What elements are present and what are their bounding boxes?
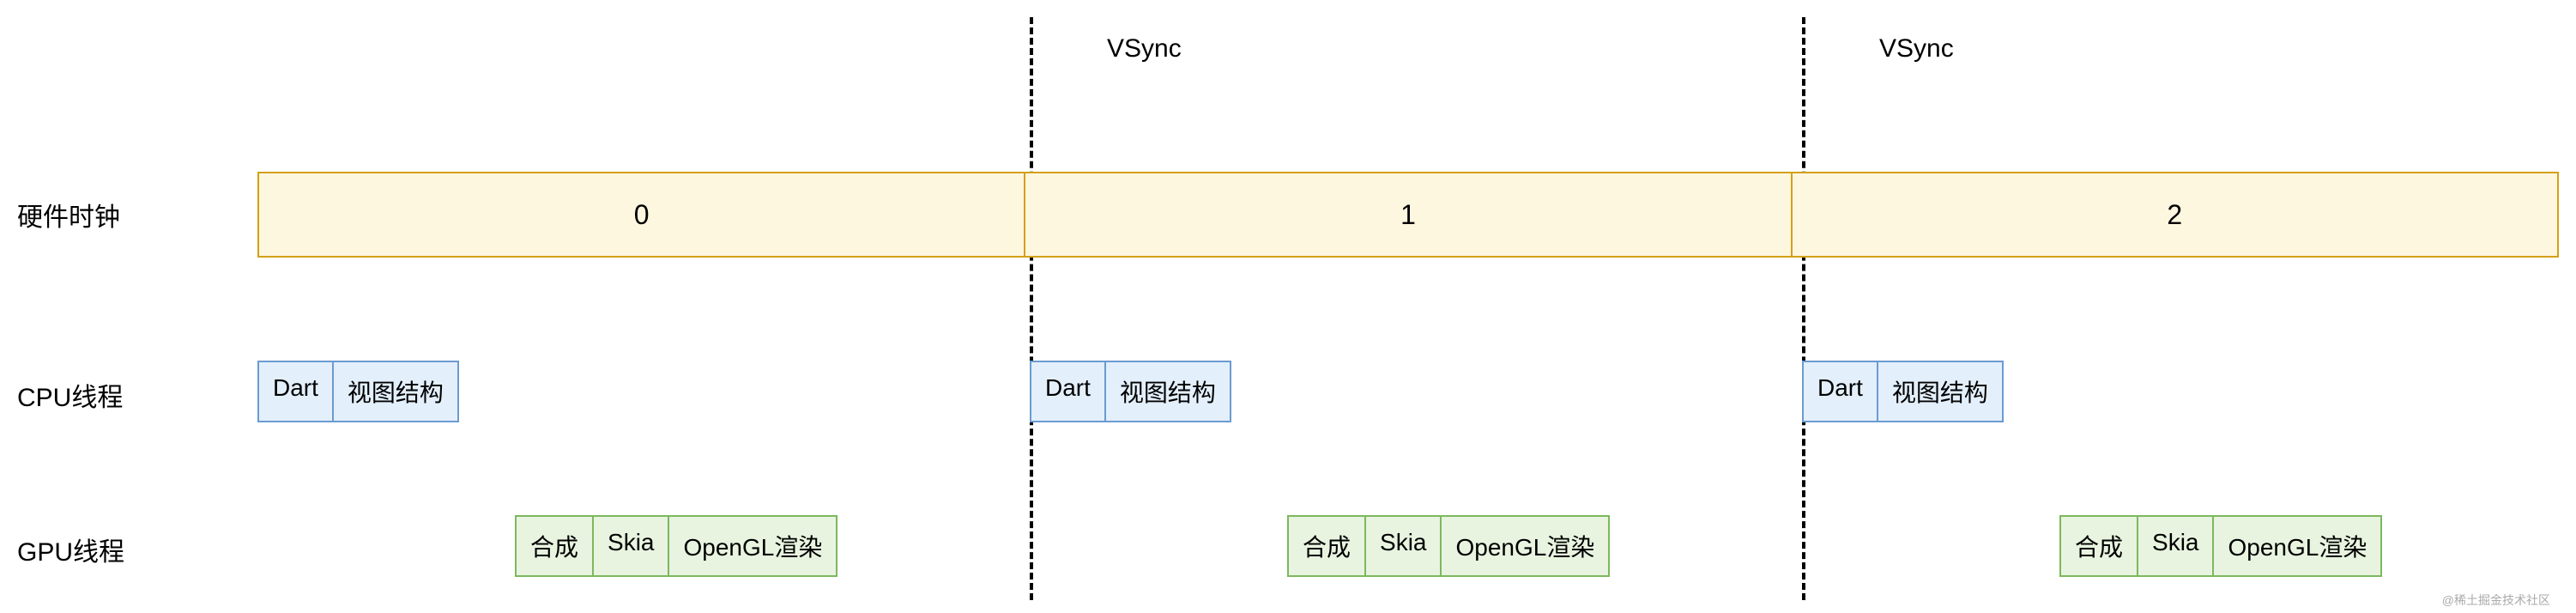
gpu-skia-box: Skia — [1366, 515, 1442, 577]
clock-frame-2: 2 — [1793, 173, 2557, 256]
cpu-viewtree-box: 视图结构 — [1878, 361, 2004, 422]
clock-frame-1: 1 — [1025, 173, 1792, 256]
gpu-composite-box: 合成 — [2059, 515, 2138, 577]
vsync-label-2: VSync — [1879, 34, 1954, 64]
cpu-dart-box: Dart — [1802, 361, 1878, 422]
hardware-clock-label: 硬件时钟 — [17, 189, 120, 240]
hardware-clock-bar: 0 1 2 — [257, 172, 2559, 258]
gpu-opengl-box: OpenGL渲染 — [669, 515, 838, 577]
gpu-skia-box: Skia — [594, 515, 669, 577]
cpu-dart-box: Dart — [257, 361, 334, 422]
clock-frame-0: 0 — [259, 173, 1025, 256]
gpu-group-1: 合成 Skia OpenGL渲染 — [1287, 515, 1610, 577]
gpu-opengl-box: OpenGL渲染 — [1442, 515, 1610, 577]
cpu-dart-box: Dart — [1030, 361, 1106, 422]
cpu-viewtree-box: 视图结构 — [334, 361, 459, 422]
gpu-opengl-box: OpenGL渲染 — [2214, 515, 2382, 577]
vsync-line-2 — [1802, 17, 1805, 600]
gpu-group-0: 合成 Skia OpenGL渲染 — [515, 515, 838, 577]
cpu-thread-label: CPU线程 — [17, 369, 123, 421]
cpu-group-0: Dart 视图结构 — [257, 361, 459, 422]
gpu-composite-box: 合成 — [1287, 515, 1366, 577]
vsync-line-1 — [1030, 17, 1033, 600]
gpu-group-2: 合成 Skia OpenGL渲染 — [2059, 515, 2382, 577]
cpu-group-1: Dart 视图结构 — [1030, 361, 1231, 422]
gpu-skia-box: Skia — [2138, 515, 2214, 577]
vsync-label-1: VSync — [1107, 34, 1182, 64]
cpu-group-2: Dart 视图结构 — [1802, 361, 2004, 422]
gpu-thread-label: GPU线程 — [17, 524, 124, 575]
cpu-viewtree-box: 视图结构 — [1106, 361, 1231, 422]
gpu-composite-box: 合成 — [515, 515, 594, 577]
watermark: @稀土掘金技术社区 — [2442, 592, 2550, 609]
